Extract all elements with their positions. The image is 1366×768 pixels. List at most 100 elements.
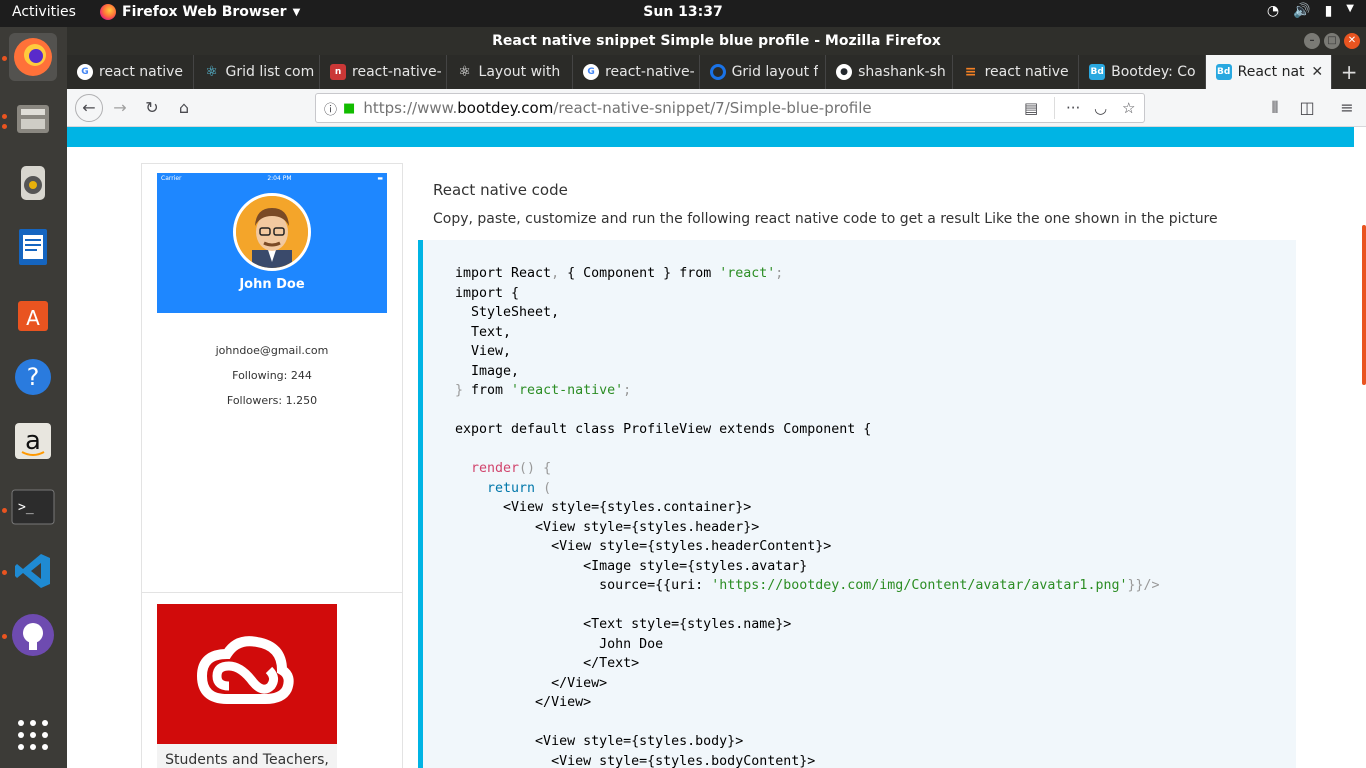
lock-icon: ■ xyxy=(343,100,356,116)
profile-email: johndoe@gmail.com xyxy=(215,344,329,357)
vscode-icon xyxy=(15,554,50,588)
phone-time: 2:04 PM xyxy=(267,175,292,182)
info-icon[interactable]: ⓘ xyxy=(324,99,337,118)
google-icon: G xyxy=(77,64,93,80)
tab-3[interactable]: n react-native- xyxy=(320,55,447,89)
bookmark-star-icon[interactable]: ☆ xyxy=(1122,99,1135,117)
section-description: Copy, paste, customize and run the follo… xyxy=(433,211,1218,227)
page-content: Carrier 2:04 PM ▬ John Doe johndoe@gmail… xyxy=(67,127,1366,768)
react-icon: ⚛ xyxy=(205,64,218,80)
minimize-button[interactable]: – xyxy=(1304,33,1320,49)
url-text: https://www.bootdey.com/react-native-sni… xyxy=(363,99,872,117)
tab-10-active[interactable]: Bd React nati ✕ xyxy=(1205,55,1333,89)
dock-vscode[interactable] xyxy=(9,547,57,595)
stackoverflow-icon: ≡ xyxy=(964,64,977,80)
back-button[interactable]: ← xyxy=(75,94,103,122)
new-tab-button[interactable]: + xyxy=(1332,55,1366,89)
terminal-icon: >_ xyxy=(11,489,55,525)
tab-1[interactable]: Greact native xyxy=(67,55,194,89)
navigation-toolbar: ← → ↻ ⌂ ⓘ ■ https://www.bootdey.com/reac… xyxy=(67,89,1366,127)
dock-terminal[interactable]: >_ xyxy=(9,483,57,531)
window-title: React native snippet Simple blue profile… xyxy=(492,33,941,49)
sidebar-button[interactable]: ◫ xyxy=(1295,96,1319,120)
home-icon: ⌂ xyxy=(178,98,190,117)
reload-button[interactable]: ↻ xyxy=(140,96,164,120)
apps-grid-icon xyxy=(18,720,48,750)
help-icon: ? xyxy=(15,359,51,395)
dock-rhythmbox[interactable] xyxy=(9,159,57,207)
menu-button[interactable]: ≡ xyxy=(1335,96,1359,120)
svg-text:A: A xyxy=(26,306,40,330)
ad-text[interactable]: Students and Teachers, xyxy=(157,744,337,768)
launcher-dock: A ? a >_ xyxy=(0,27,67,768)
forward-button[interactable]: → xyxy=(108,96,132,120)
activities-button[interactable]: Activities xyxy=(12,4,76,20)
github-icon xyxy=(12,614,54,656)
divider xyxy=(142,592,402,593)
svg-text:a: a xyxy=(25,426,41,456)
sidebar-icon: ◫ xyxy=(1299,98,1315,117)
software-store-icon: A xyxy=(18,301,48,331)
close-window-button[interactable]: ✕ xyxy=(1344,33,1360,49)
dock-software[interactable]: A xyxy=(9,289,57,337)
system-top-bar: Activities Firefox Web Browser ▼ Sun 13:… xyxy=(0,0,1366,27)
profile-following: Following: 244 xyxy=(232,369,312,382)
dock-github[interactable] xyxy=(9,611,57,659)
carrier-label: Carrier xyxy=(161,175,182,182)
dock-amazon[interactable]: a xyxy=(9,417,57,465)
forward-arrow-icon: → xyxy=(113,98,127,117)
tab-9[interactable]: Bd Bootdey: Co xyxy=(1079,55,1206,89)
section-title: React native code xyxy=(433,181,568,199)
firefox-icon xyxy=(14,38,52,76)
firefox-icon xyxy=(100,4,116,20)
tab-4[interactable]: ⚛ Layout with xyxy=(447,55,574,89)
tab-2[interactable]: ⚛ Grid list com xyxy=(194,55,321,89)
dock-show-apps[interactable] xyxy=(9,711,57,759)
phone-battery-icon: ▬ xyxy=(377,175,383,182)
pocket-icon[interactable]: ◡ xyxy=(1094,99,1107,117)
system-tray[interactable]: ◔ 🔊 ▮ ▼ xyxy=(1267,3,1354,19)
svg-text:>_: >_ xyxy=(18,500,34,515)
wifi-icon: ◔ xyxy=(1266,3,1280,19)
dock-files[interactable] xyxy=(9,95,57,143)
home-button[interactable]: ⌂ xyxy=(172,96,196,120)
window-titlebar: React native snippet Simple blue profile… xyxy=(67,27,1366,55)
tab-7[interactable]: ● shashank-sh xyxy=(826,55,953,89)
ad-image[interactable] xyxy=(157,604,337,744)
profile-name: John Doe xyxy=(239,277,305,292)
files-icon xyxy=(17,105,49,133)
tab-8[interactable]: ≡ react native xyxy=(953,55,1080,89)
svg-text:?: ? xyxy=(27,363,40,391)
document-icon xyxy=(19,229,47,265)
google-icon: G xyxy=(583,64,600,80)
chevron-down-icon: ▼ xyxy=(292,6,301,18)
bootdey-icon: Bd xyxy=(1089,64,1106,80)
library-button[interactable]: ⫴ xyxy=(1263,96,1287,120)
volume-icon: 🔊 xyxy=(1293,3,1311,19)
back-arrow-icon: ← xyxy=(82,98,96,117)
scrollbar-thumb[interactable] xyxy=(1362,225,1366,385)
speaker-icon xyxy=(21,166,45,200)
clock[interactable]: Sun 13:37 xyxy=(643,4,722,20)
avatar xyxy=(233,193,311,271)
app-menu[interactable]: Firefox Web Browser ▼ xyxy=(100,4,300,20)
maximize-button[interactable]: □ xyxy=(1324,33,1340,49)
battery-icon: ▮ xyxy=(1324,3,1333,19)
tab-6[interactable]: Grid layout f xyxy=(700,55,827,89)
dock-help[interactable]: ? xyxy=(9,353,57,401)
github-icon: ● xyxy=(836,64,853,80)
dock-firefox[interactable] xyxy=(9,33,57,81)
hamburger-menu-icon: ≡ xyxy=(1340,98,1354,117)
code-block[interactable]: import React, { Component } from 'react'… xyxy=(418,240,1296,768)
chevron-down-icon: ▼ xyxy=(1346,3,1354,14)
dock-writer[interactable] xyxy=(9,223,57,271)
tab-5[interactable]: Greact-native- xyxy=(573,55,700,89)
reader-view-icon[interactable]: ▤ xyxy=(1024,99,1038,117)
npm-icon: n xyxy=(330,64,347,80)
code-text: import React, { Component } from 'react'… xyxy=(455,266,1160,768)
bootdey-icon: Bd xyxy=(1215,64,1232,80)
close-tab-icon[interactable]: ✕ xyxy=(1311,64,1323,80)
page-actions-icon[interactable]: ··· xyxy=(1066,99,1080,117)
url-bar[interactable]: ⓘ ■ https://www.bootdey.com/react-native… xyxy=(315,93,1145,123)
phone-preview: Carrier 2:04 PM ▬ John Doe xyxy=(157,173,387,313)
